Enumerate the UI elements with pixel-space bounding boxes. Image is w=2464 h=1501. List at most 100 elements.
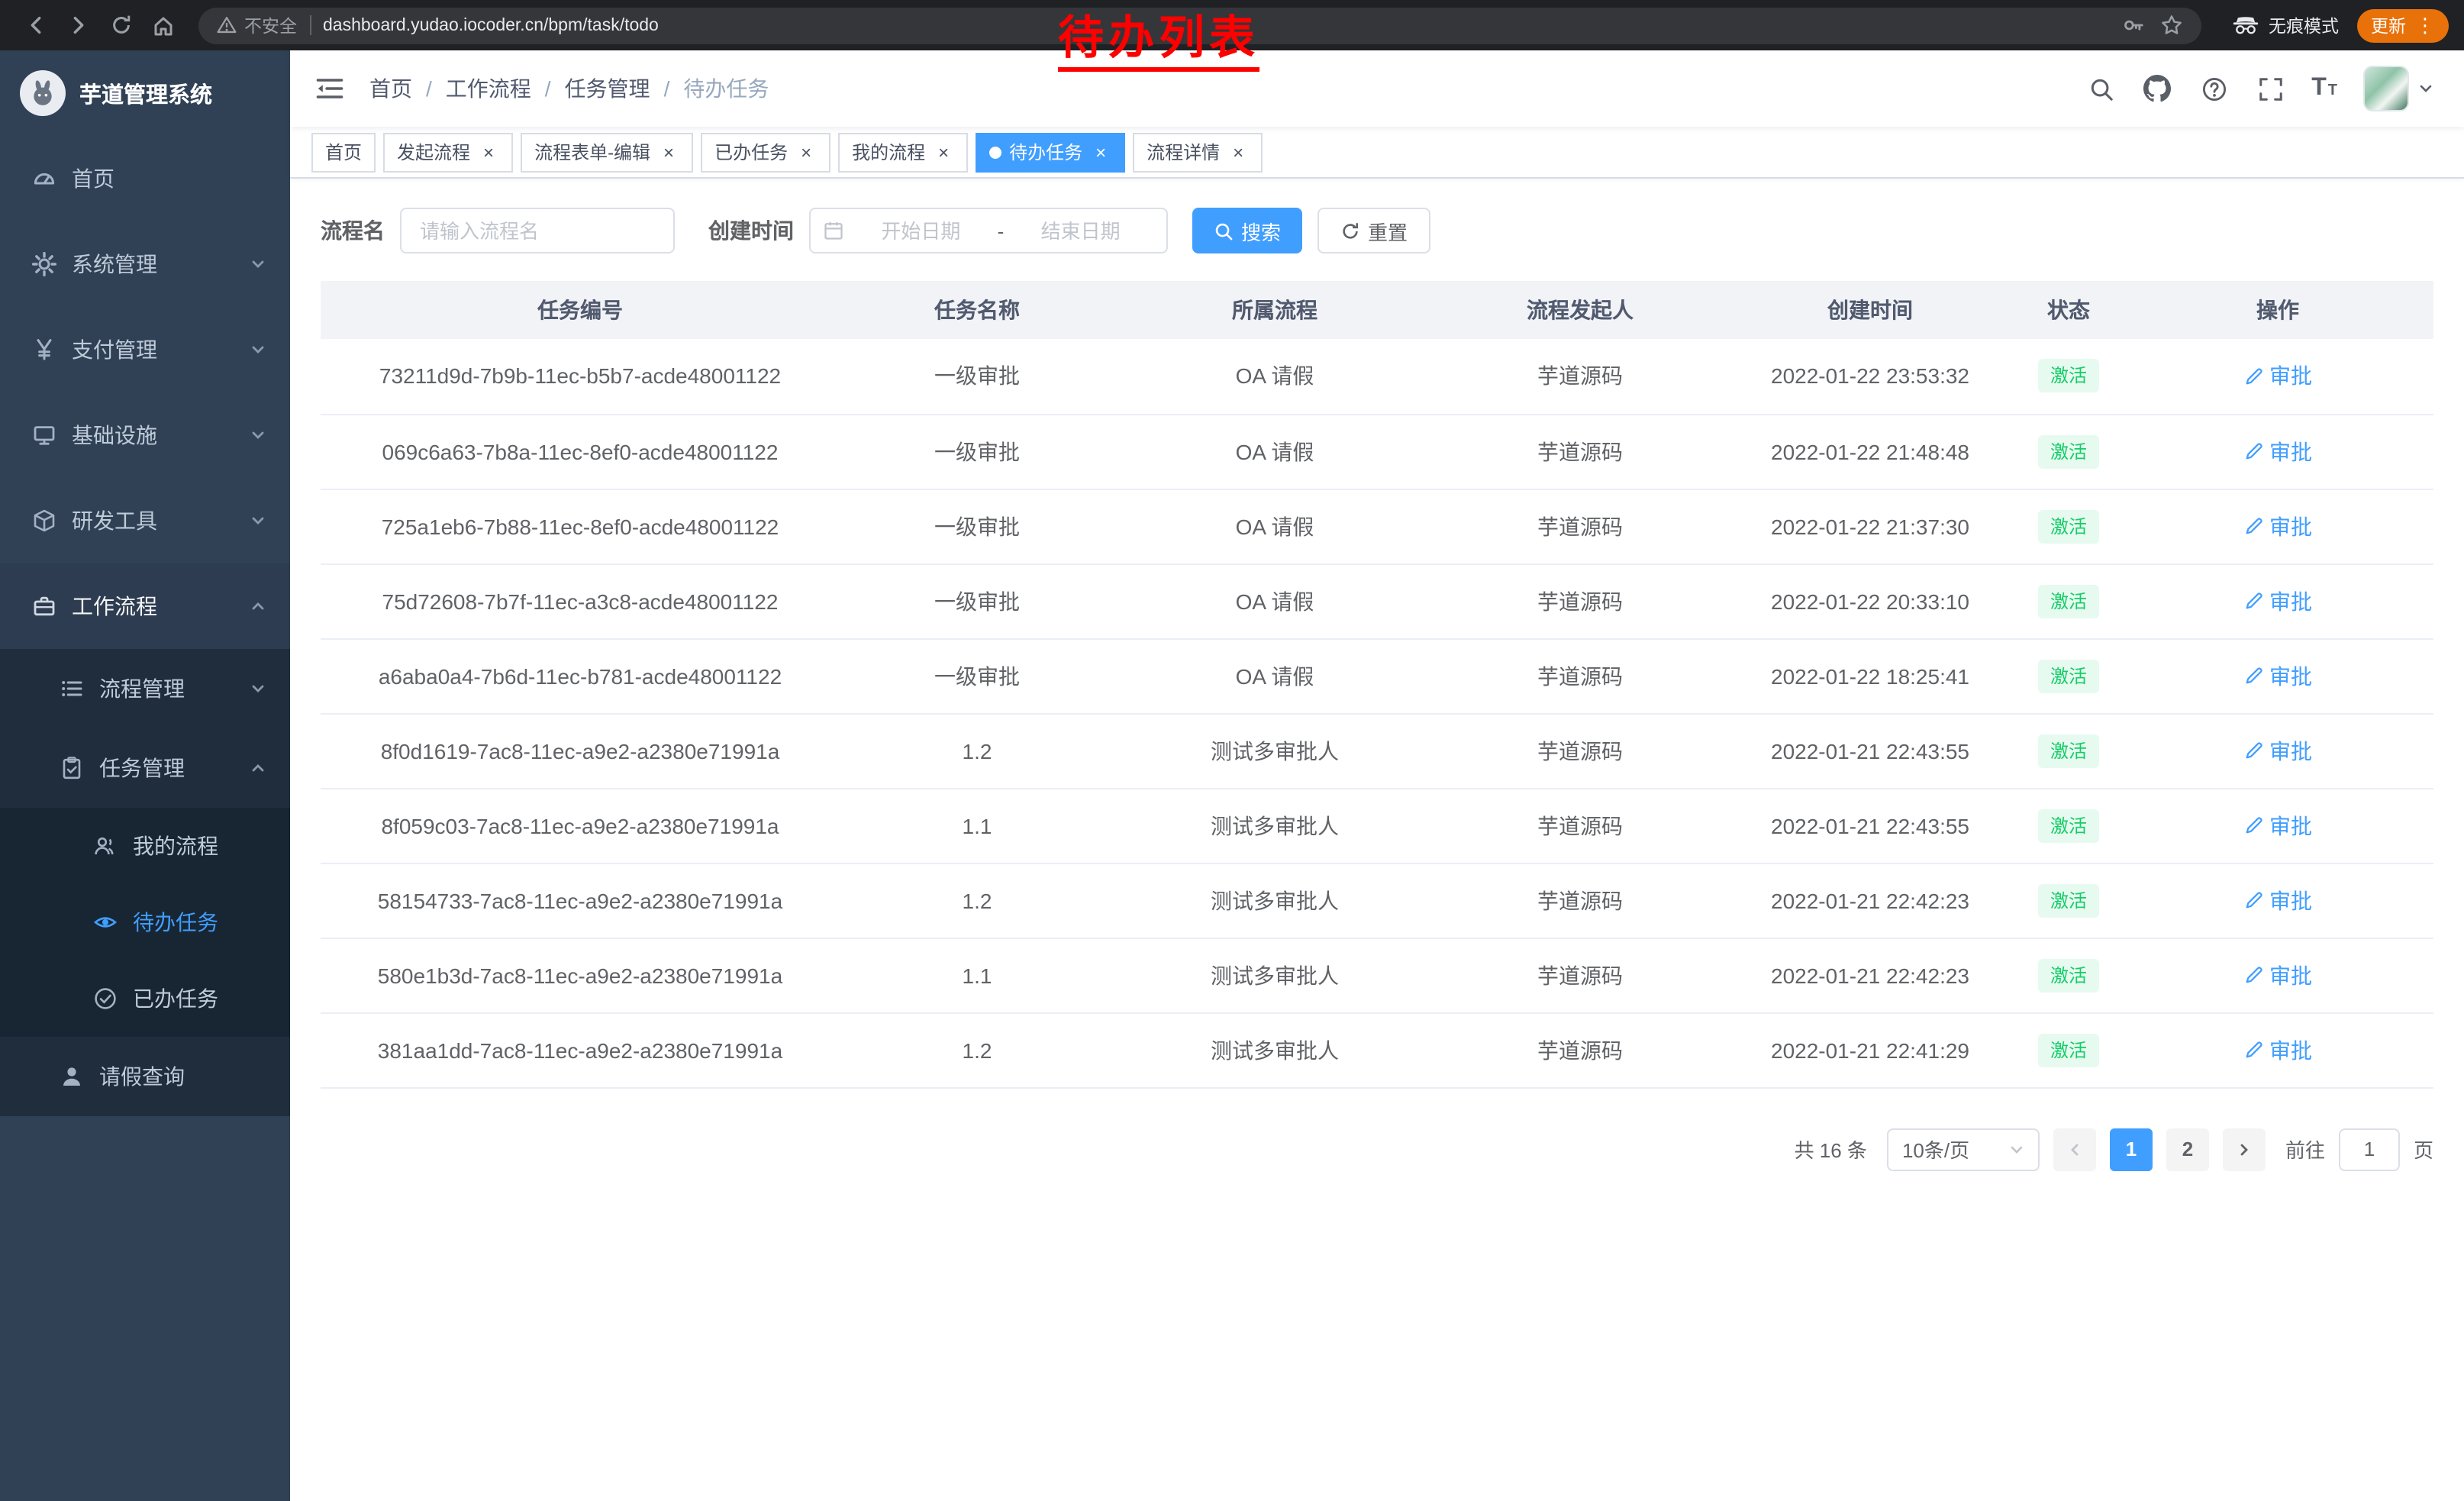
- sidebar-item-done-task[interactable]: 已办任务: [0, 960, 290, 1037]
- filter-bar: 流程名 创建时间 - 搜索 重置: [290, 179, 2464, 253]
- avatar[interactable]: [2363, 66, 2409, 111]
- tab[interactable]: 待办任务 ×: [976, 132, 1125, 172]
- status-badge: 激活: [2038, 434, 2099, 468]
- tab-close-icon[interactable]: ×: [795, 141, 817, 163]
- help-icon[interactable]: [2198, 73, 2229, 104]
- tab[interactable]: 流程表单-编辑 ×: [521, 132, 693, 172]
- reset-button[interactable]: 重置: [1317, 208, 1430, 253]
- browser-update-button[interactable]: 更新 ⋮: [2357, 8, 2449, 42]
- approve-button[interactable]: 审批: [2243, 361, 2312, 392]
- browser-forward-icon[interactable]: [58, 5, 98, 45]
- tab-close-icon[interactable]: ×: [478, 141, 499, 163]
- cell-action: 审批: [2122, 713, 2433, 788]
- cell-starter: 芋道源码: [1435, 713, 1725, 788]
- sidebar-item-todo-task[interactable]: 待办任务: [0, 884, 290, 960]
- cell-task-name: 一级审批: [840, 489, 1114, 563]
- tab[interactable]: 流程详情 ×: [1133, 132, 1263, 172]
- column-header: 任务编号: [321, 281, 840, 339]
- table-row: 069c6a63-7b8a-11ec-8ef0-acde48001122 一级审…: [321, 414, 2433, 489]
- approve-button[interactable]: 审批: [2243, 436, 2312, 466]
- calendar-icon: [823, 220, 844, 241]
- cell-status: 激活: [2015, 1012, 2122, 1087]
- page-size-select[interactable]: 10条/页: [1887, 1128, 2040, 1170]
- password-key-icon[interactable]: [2122, 14, 2145, 37]
- breadcrumb-label: 首页: [369, 73, 412, 104]
- divider: [309, 15, 311, 35]
- warning-icon: [217, 15, 237, 35]
- tab[interactable]: 我的流程 ×: [838, 132, 968, 172]
- goto-unit-label: 页: [2414, 1135, 2433, 1164]
- approve-button[interactable]: 审批: [2243, 511, 2312, 541]
- sidebar-item-workflow[interactable]: 工作流程: [0, 563, 290, 649]
- gear-icon: [31, 252, 58, 276]
- cell-starter: 芋道源码: [1435, 788, 1725, 863]
- sidebar-item-payment[interactable]: 支付管理: [0, 307, 290, 392]
- breadcrumb-item[interactable]: 首页 /: [369, 73, 446, 104]
- cell-task-id: 75d72608-7b7f-11ec-a3c8-acde48001122: [321, 563, 840, 638]
- hamburger-icon[interactable]: [311, 70, 348, 107]
- tab[interactable]: 已办任务 ×: [701, 132, 830, 172]
- chevron-down-icon: [250, 257, 266, 272]
- search-button[interactable]: 搜索: [1192, 208, 1302, 253]
- status-badge: 激活: [2038, 734, 2099, 767]
- chevron-down-icon: [250, 342, 266, 357]
- tab-close-icon[interactable]: ×: [933, 141, 954, 163]
- sidebar-item-my-process[interactable]: 我的流程: [0, 808, 290, 884]
- date-range-picker[interactable]: -: [809, 208, 1168, 253]
- sidebar-item-devtools[interactable]: 研发工具: [0, 478, 290, 563]
- page-number-button[interactable]: 2: [2166, 1128, 2209, 1170]
- sidebar-item-home[interactable]: 首页: [0, 136, 290, 221]
- breadcrumb-separator: /: [545, 76, 551, 101]
- tab[interactable]: 首页 ×: [311, 132, 376, 172]
- chevron-down-icon: [250, 513, 266, 528]
- search-icon[interactable]: [2085, 73, 2116, 104]
- site-security-badge[interactable]: 不安全: [217, 13, 297, 37]
- reset-button-label: 重置: [1368, 216, 1408, 245]
- tab[interactable]: 发起流程 ×: [383, 132, 513, 172]
- bookmark-star-icon[interactable]: [2160, 14, 2183, 37]
- cell-process: OA 请假: [1114, 638, 1435, 713]
- breadcrumb-item[interactable]: 任务管理 /: [565, 73, 684, 104]
- cell-create-time: 2022-01-21 22:42:23: [1725, 863, 2015, 938]
- end-date-input[interactable]: [1007, 219, 1154, 242]
- sidebar-item-process-management[interactable]: 流程管理: [0, 649, 290, 728]
- font-size-icon[interactable]: TT: [2311, 75, 2337, 102]
- app-logo[interactable]: 芋道管理系统: [0, 50, 290, 136]
- page-number-button[interactable]: 1: [2110, 1128, 2153, 1170]
- browser-reload-icon[interactable]: [101, 5, 140, 45]
- prev-page-button[interactable]: [2053, 1128, 2096, 1170]
- approve-button[interactable]: 审批: [2243, 735, 2312, 766]
- approve-button[interactable]: 审批: [2243, 1035, 2312, 1065]
- cell-task-name: 1.1: [840, 788, 1114, 863]
- approve-button[interactable]: 审批: [2243, 810, 2312, 841]
- github-icon[interactable]: [2142, 73, 2172, 104]
- user-menu[interactable]: [2363, 66, 2433, 111]
- browser-back-icon[interactable]: [15, 5, 55, 45]
- tab-close-icon[interactable]: ×: [658, 141, 679, 163]
- tab-close-icon[interactable]: ×: [1227, 141, 1249, 163]
- goto-page-input[interactable]: [2339, 1128, 2400, 1170]
- tab-label: 待办任务: [1009, 139, 1082, 165]
- tab-close-icon[interactable]: ×: [1090, 141, 1111, 163]
- approve-button[interactable]: 审批: [2243, 960, 2312, 990]
- browser-menu-dots-icon[interactable]: ⋮: [2415, 15, 2435, 35]
- fullscreen-icon[interactable]: [2255, 73, 2285, 104]
- start-date-input[interactable]: [847, 219, 995, 242]
- approve-button[interactable]: 审批: [2243, 885, 2312, 915]
- process-name-input[interactable]: [400, 208, 675, 253]
- browser-home-icon[interactable]: [144, 5, 183, 45]
- sidebar-item-leave-query[interactable]: 请假查询: [0, 1037, 290, 1116]
- sidebar-item-task-management[interactable]: 任务管理: [0, 728, 290, 808]
- breadcrumb-item[interactable]: 工作流程 /: [446, 73, 565, 104]
- cell-task-id: 8f0d1619-7ac8-11ec-a9e2-a2380e71991a: [321, 713, 840, 788]
- sidebar-item-infrastructure[interactable]: 基础设施: [0, 392, 290, 478]
- sidebar-item-system[interactable]: 系统管理: [0, 221, 290, 307]
- table-row: 8f0d1619-7ac8-11ec-a9e2-a2380e71991a 1.2…: [321, 713, 2433, 788]
- next-page-button[interactable]: [2223, 1128, 2266, 1170]
- approve-button[interactable]: 审批: [2243, 660, 2312, 691]
- cell-task-id: a6aba0a4-7b6d-11ec-b781-acde48001122: [321, 638, 840, 713]
- approve-button[interactable]: 审批: [2243, 586, 2312, 616]
- main-content: 首页 / 工作流程 / 任务管理 /: [290, 50, 2464, 1501]
- address-bar[interactable]: 不安全 dashboard.yudao.iocoder.cn/bpm/task/…: [198, 7, 2201, 44]
- cell-starter: 芋道源码: [1435, 638, 1725, 713]
